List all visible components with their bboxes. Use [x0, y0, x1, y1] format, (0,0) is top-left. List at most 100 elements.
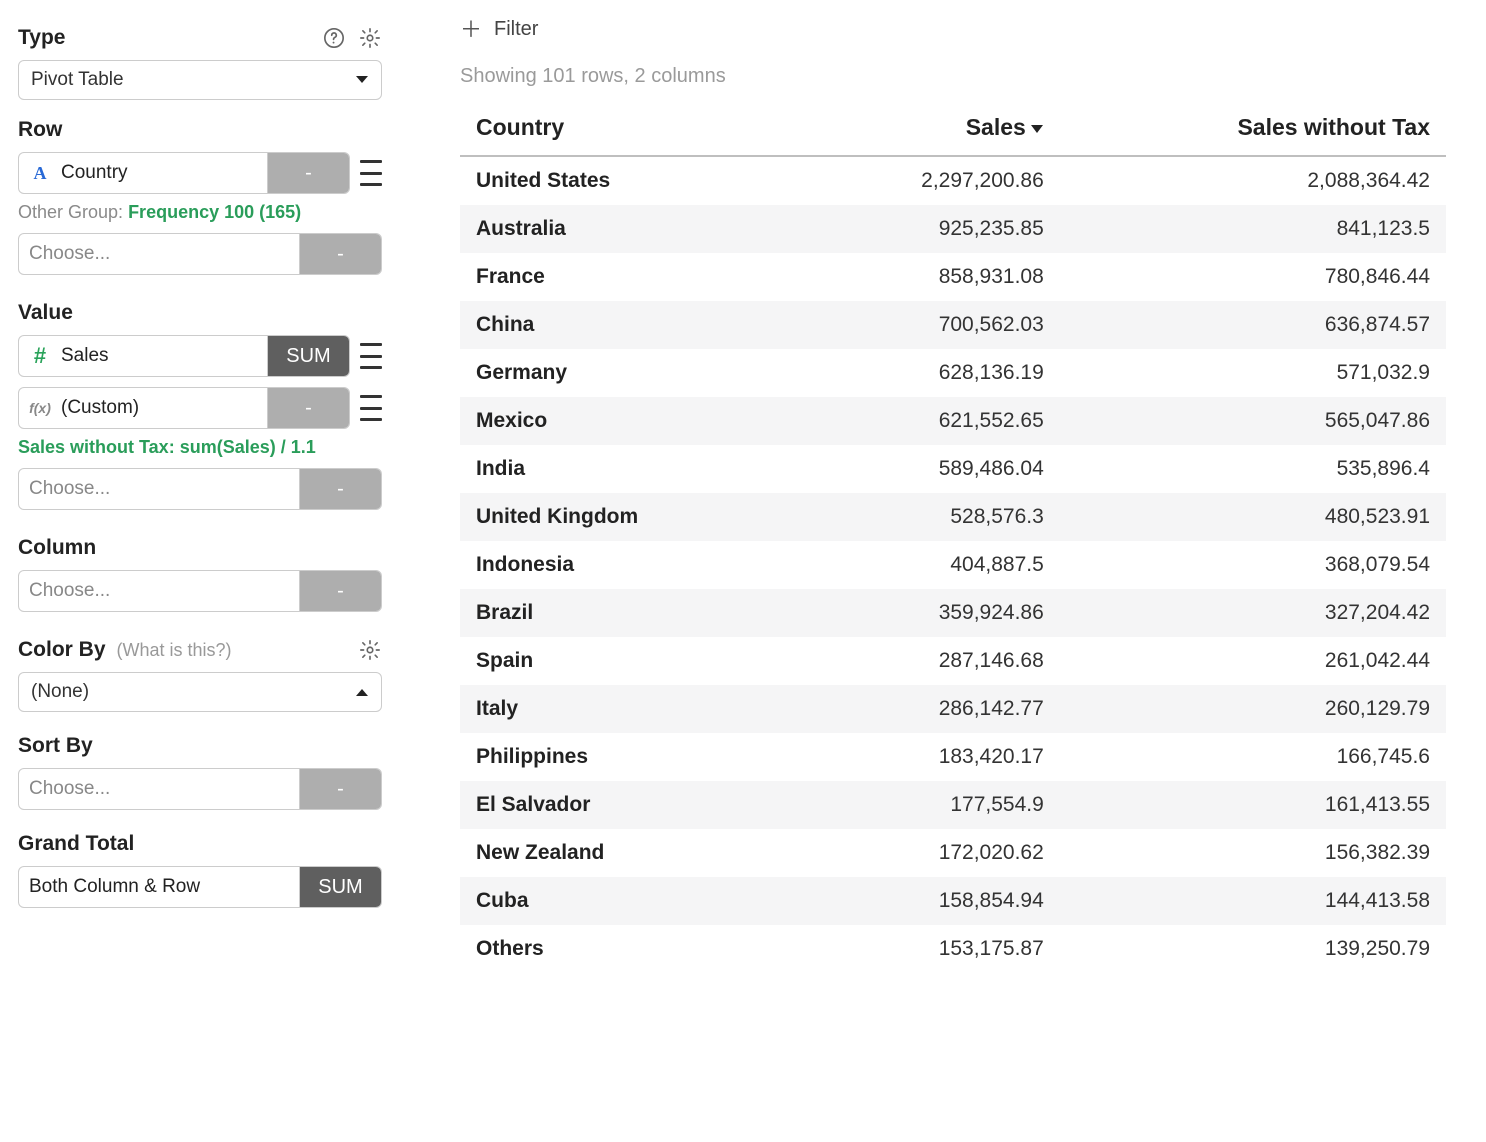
cell-sales: 286,142.77: [794, 685, 1060, 733]
plus-icon: ＋: [460, 19, 482, 41]
value-custom-label: (Custom): [61, 397, 139, 419]
sort-desc-icon: [1030, 123, 1044, 135]
column-header: Column: [18, 536, 382, 560]
cell-country: United States: [460, 156, 794, 205]
cell-country: Cuba: [460, 877, 794, 925]
text-type-icon: A: [29, 163, 51, 184]
help-icon[interactable]: [322, 26, 346, 50]
cell-country: Brazil: [460, 589, 794, 637]
grand-total-header: Grand Total: [18, 832, 382, 856]
table-row[interactable]: New Zealand172,020.62156,382.39: [460, 829, 1446, 877]
value-header: Value: [18, 301, 382, 325]
value-choose-placeholder: Choose...: [29, 478, 110, 500]
column-header-sales[interactable]: Sales: [794, 100, 1060, 156]
showing-summary: Showing 101 rows, 2 columns: [460, 65, 1446, 88]
table-row[interactable]: United Kingdom528,576.3480,523.91: [460, 493, 1446, 541]
table-row[interactable]: France858,931.08780,846.44: [460, 253, 1446, 301]
cell-sales-no-tax: 260,129.79: [1060, 685, 1446, 733]
value-field-sales[interactable]: # Sales SUM: [18, 335, 350, 377]
cell-sales-no-tax: 327,204.42: [1060, 589, 1446, 637]
cell-country: Mexico: [460, 397, 794, 445]
value-field-agg[interactable]: SUM: [267, 336, 349, 376]
value-choose-agg[interactable]: -: [299, 469, 381, 509]
caret-up-icon: [355, 687, 369, 697]
row-label: Row: [18, 118, 62, 142]
gear-icon[interactable]: [358, 26, 382, 50]
cell-country: Australia: [460, 205, 794, 253]
main-panel: ＋ Filter Showing 101 rows, 2 columns Cou…: [400, 0, 1486, 1142]
row-choose-field[interactable]: Choose... -: [18, 233, 382, 275]
cell-sales: 287,146.68: [794, 637, 1060, 685]
column-header-sales-no-tax[interactable]: Sales without Tax: [1060, 100, 1446, 156]
grand-total-agg[interactable]: SUM: [299, 867, 381, 907]
table-row[interactable]: Spain287,146.68261,042.44: [460, 637, 1446, 685]
row-field-country[interactable]: A Country -: [18, 152, 350, 194]
table-row[interactable]: Mexico621,552.65565,047.86: [460, 397, 1446, 445]
color-by-select[interactable]: (None): [18, 672, 382, 712]
cell-sales: 183,420.17: [794, 733, 1060, 781]
row-field-agg[interactable]: -: [267, 153, 349, 193]
add-filter-button[interactable]: ＋ Filter: [460, 18, 1446, 41]
cell-sales-no-tax: 480,523.91: [1060, 493, 1446, 541]
cell-sales: 621,552.65: [794, 397, 1060, 445]
cell-sales: 858,931.08: [794, 253, 1060, 301]
color-by-hint[interactable]: (What is this?): [117, 640, 232, 660]
config-sidebar: Type Pivot Table Row A Country - Oth: [0, 0, 400, 1142]
table-row[interactable]: Indonesia404,887.5368,079.54: [460, 541, 1446, 589]
type-label: Type: [18, 26, 65, 50]
table-row[interactable]: Australia925,235.85841,123.5: [460, 205, 1446, 253]
sort-by-choose-field[interactable]: Choose... -: [18, 768, 382, 810]
cell-country: Germany: [460, 349, 794, 397]
table-row[interactable]: El Salvador177,554.9161,413.55: [460, 781, 1446, 829]
column-choose-agg[interactable]: -: [299, 571, 381, 611]
row-other-group-value[interactable]: Frequency 100 (165): [128, 202, 301, 222]
cell-sales-no-tax: 2,088,364.42: [1060, 156, 1446, 205]
color-by-header: Color By (What is this?): [18, 638, 382, 662]
cell-sales: 700,562.03: [794, 301, 1060, 349]
table-row[interactable]: India589,486.04535,896.4: [460, 445, 1446, 493]
type-select-value: Pivot Table: [31, 69, 124, 91]
cell-sales-no-tax: 166,745.6: [1060, 733, 1446, 781]
function-type-icon: f(x): [29, 400, 51, 416]
table-row[interactable]: Brazil359,924.86327,204.42: [460, 589, 1446, 637]
sort-by-label: Sort By: [18, 734, 93, 758]
cell-sales-no-tax: 565,047.86: [1060, 397, 1446, 445]
caret-down-icon: [355, 75, 369, 85]
drag-handle-icon[interactable]: [360, 395, 382, 421]
sort-by-choose-agg[interactable]: -: [299, 769, 381, 809]
drag-handle-icon[interactable]: [360, 343, 382, 369]
cell-sales: 528,576.3: [794, 493, 1060, 541]
type-select[interactable]: Pivot Table: [18, 60, 382, 100]
gear-icon[interactable]: [358, 638, 382, 662]
table-row[interactable]: Cuba158,854.94144,413.58: [460, 877, 1446, 925]
type-header: Type: [18, 26, 382, 50]
value-field-custom[interactable]: f(x) (Custom) -: [18, 387, 350, 429]
row-choose-agg[interactable]: -: [299, 234, 381, 274]
cell-sales-no-tax: 571,032.9: [1060, 349, 1446, 397]
pivot-table: Country Sales Sales without Tax United S…: [460, 100, 1446, 973]
cell-sales-no-tax: 144,413.58: [1060, 877, 1446, 925]
cell-sales: 172,020.62: [794, 829, 1060, 877]
cell-country: United Kingdom: [460, 493, 794, 541]
cell-sales-no-tax: 261,042.44: [1060, 637, 1446, 685]
value-custom-agg[interactable]: -: [267, 388, 349, 428]
drag-handle-icon[interactable]: [360, 160, 382, 186]
cell-country: China: [460, 301, 794, 349]
table-row[interactable]: Germany628,136.19571,032.9: [460, 349, 1446, 397]
cell-sales: 359,924.86: [794, 589, 1060, 637]
column-header-country[interactable]: Country: [460, 100, 794, 156]
table-row[interactable]: Philippines183,420.17166,745.6: [460, 733, 1446, 781]
grand-total-value: Both Column & Row: [29, 876, 200, 898]
column-choose-placeholder: Choose...: [29, 580, 110, 602]
sort-by-header: Sort By: [18, 734, 382, 758]
cell-country: India: [460, 445, 794, 493]
column-choose-field[interactable]: Choose... -: [18, 570, 382, 612]
grand-total-field[interactable]: Both Column & Row SUM: [18, 866, 382, 908]
table-row[interactable]: China700,562.03636,874.57: [460, 301, 1446, 349]
table-row[interactable]: Italy286,142.77260,129.79: [460, 685, 1446, 733]
value-choose-field[interactable]: Choose... -: [18, 468, 382, 510]
table-row[interactable]: United States2,297,200.862,088,364.42: [460, 156, 1446, 205]
table-row[interactable]: Others153,175.87139,250.79: [460, 925, 1446, 973]
cell-sales: 177,554.9: [794, 781, 1060, 829]
value-field-label: Sales: [61, 345, 109, 367]
